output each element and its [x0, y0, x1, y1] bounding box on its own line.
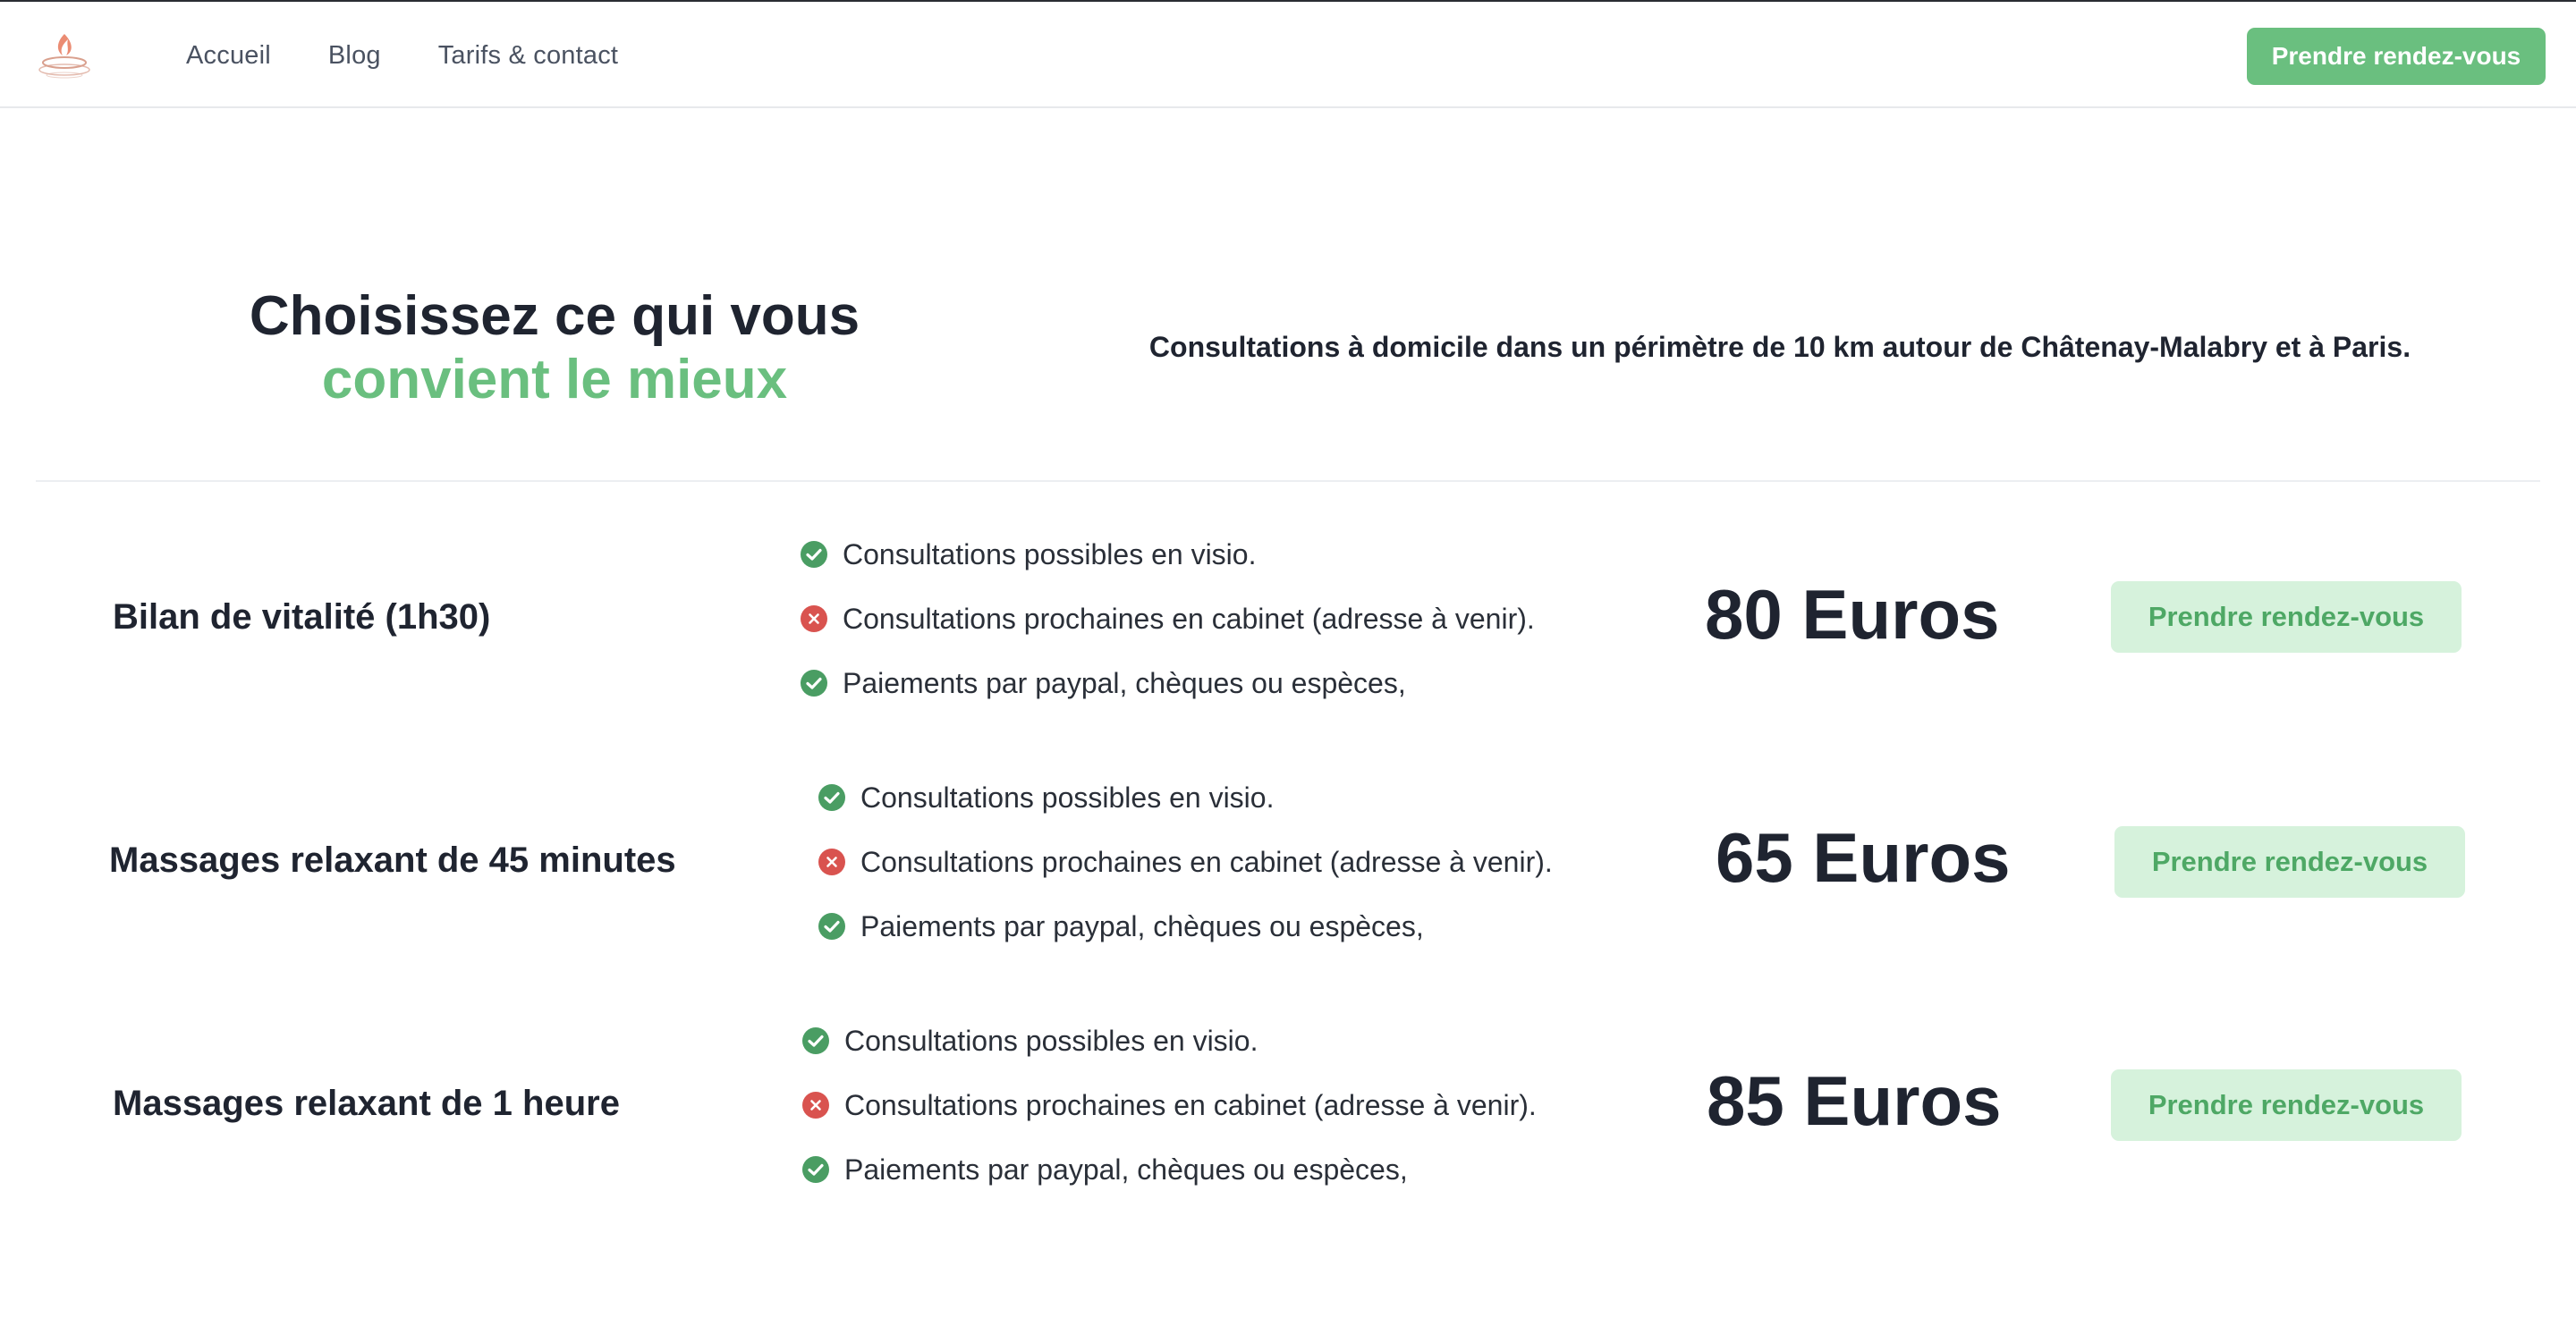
hero-subtitle: Consultations à domicile dans un périmèt…	[1148, 331, 2411, 363]
offer-name: Massages relaxant de 45 minutes	[109, 840, 676, 880]
site-header: Accueil Blog Tarifs & contact Prendre re…	[0, 0, 2576, 108]
offer-row: Bilan de vitalité (1h30) Consultations p…	[0, 520, 2576, 717]
page: Accueil Blog Tarifs & contact Prendre re…	[0, 0, 2576, 1343]
feature-text: Consultations possibles en visio.	[860, 781, 1275, 814]
main-nav: Accueil Blog Tarifs & contact	[186, 2, 618, 110]
cross-circle-icon	[818, 849, 845, 875]
check-circle-icon	[818, 784, 845, 811]
cross-circle-icon	[802, 1092, 829, 1119]
check-circle-icon	[818, 913, 845, 940]
section-divider	[36, 480, 2540, 482]
feature-text: Consultations prochaines en cabinet (adr…	[844, 1088, 1537, 1121]
hero-title-accent: convient le mieux	[321, 349, 788, 410]
check-circle-icon	[801, 670, 827, 697]
feature-text: Paiements par paypal, chèques ou espèces…	[843, 666, 1406, 699]
offer-features: Consultations possibles en visio. Consul…	[818, 765, 1553, 959]
feature-text: Paiements par paypal, chèques ou espèces…	[860, 909, 1424, 942]
offer-row: Massages relaxant de 45 minutes Consulta…	[0, 764, 2576, 960]
feature-text: Consultations prochaines en cabinet (adr…	[860, 845, 1553, 878]
offer-appointment-button[interactable]: Prendre rendez-vous	[2111, 1069, 2462, 1141]
feature-text: Consultations prochaines en cabinet (adr…	[843, 602, 1535, 635]
nav-link-accueil[interactable]: Accueil	[186, 41, 271, 71]
hero-title: Choisissez ce qui vous convient le mieux	[197, 284, 912, 411]
check-circle-icon	[802, 1156, 829, 1183]
offer-price: 80 Euros	[1705, 575, 2000, 654]
hero-title-line1: Choisissez ce qui vous	[249, 285, 860, 347]
feature-item: Consultations prochaines en cabinet (adr…	[800, 587, 1535, 651]
feature-item: Consultations possibles en visio.	[800, 522, 1535, 587]
nav-link-tarifs-contact[interactable]: Tarifs & contact	[438, 41, 618, 71]
offer-row: Massages relaxant de 1 heure Consultatio…	[0, 1007, 2576, 1204]
check-circle-icon	[801, 541, 827, 568]
feature-text: Paiements par paypal, chèques ou espèces…	[844, 1153, 1408, 1186]
offer-name: Bilan de vitalité (1h30)	[113, 597, 491, 637]
feature-text: Consultations possibles en visio.	[844, 1024, 1258, 1057]
feature-item: Consultations prochaines en cabinet (adr…	[818, 830, 1553, 894]
nav-link-blog[interactable]: Blog	[328, 41, 381, 71]
feature-item: Consultations prochaines en cabinet (adr…	[801, 1073, 1537, 1137]
feature-item: Paiements par paypal, chèques ou espèces…	[801, 1137, 1537, 1202]
feature-item: Paiements par paypal, chèques ou espèces…	[818, 894, 1553, 959]
offer-price: 65 Euros	[1716, 818, 2011, 897]
offer-name: Massages relaxant de 1 heure	[113, 1084, 620, 1123]
feature-item: Paiements par paypal, chèques ou espèces…	[800, 651, 1535, 715]
site-logo[interactable]	[32, 23, 97, 88]
feature-item: Consultations possibles en visio.	[801, 1009, 1537, 1073]
logo-icon	[38, 34, 90, 79]
check-circle-icon	[802, 1027, 829, 1054]
offer-price: 85 Euros	[1707, 1061, 2002, 1140]
offer-appointment-button[interactable]: Prendre rendez-vous	[2111, 581, 2462, 653]
feature-item: Consultations possibles en visio.	[818, 765, 1553, 830]
offer-features: Consultations possibles en visio. Consul…	[800, 522, 1535, 715]
offer-appointment-button[interactable]: Prendre rendez-vous	[2114, 826, 2465, 898]
offer-features: Consultations possibles en visio. Consul…	[801, 1009, 1537, 1202]
feature-text: Consultations possibles en visio.	[843, 537, 1257, 570]
header-appointment-button[interactable]: Prendre rendez-vous	[2247, 28, 2546, 85]
cross-circle-icon	[801, 605, 827, 632]
